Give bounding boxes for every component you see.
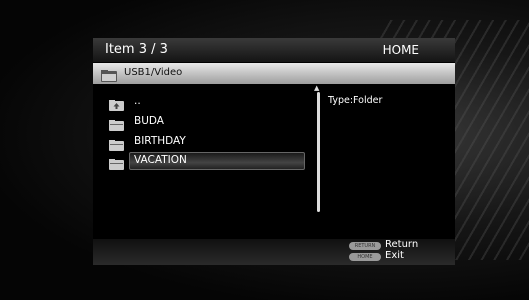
home-key-icon: HOME <box>349 253 381 261</box>
list-item-parent[interactable]: .. <box>109 93 309 111</box>
list-item-label: VACATION <box>134 154 187 166</box>
current-path: USB1/Video <box>124 67 183 78</box>
header-bar: Item 3 / 3 HOME <box>93 38 455 62</box>
folder-icon <box>101 67 117 86</box>
list-item-label: .. <box>134 95 141 107</box>
list-item-buda[interactable]: BUDA <box>109 113 309 131</box>
home-title: HOME <box>382 43 419 57</box>
list-item-vacation[interactable]: VACATION <box>109 152 309 170</box>
return-label[interactable]: Return <box>385 239 418 250</box>
return-key-icon: RETURN <box>349 242 381 250</box>
item-type-info: Type:Folder <box>328 95 383 106</box>
item-count: Item 3 / 3 <box>105 42 168 57</box>
exit-label[interactable]: Exit <box>385 250 404 261</box>
scrollbar[interactable] <box>317 92 320 212</box>
folder-icon <box>109 155 124 174</box>
path-bar: USB1/Video <box>93 63 455 84</box>
scroll-up-icon[interactable]: ▲ <box>314 84 319 92</box>
file-list: .. BUDA BIRTHDAY VACATION <box>93 85 308 238</box>
file-browser-panel: Item 3 / 3 HOME USB1/Video .. BUDA BIRTH… <box>93 38 455 265</box>
footer-bar: RETURN Return HOME Exit <box>93 239 455 265</box>
list-item-label: BUDA <box>134 115 164 127</box>
list-item-birthday[interactable]: BIRTHDAY <box>109 133 309 151</box>
list-item-label: BIRTHDAY <box>134 135 186 147</box>
